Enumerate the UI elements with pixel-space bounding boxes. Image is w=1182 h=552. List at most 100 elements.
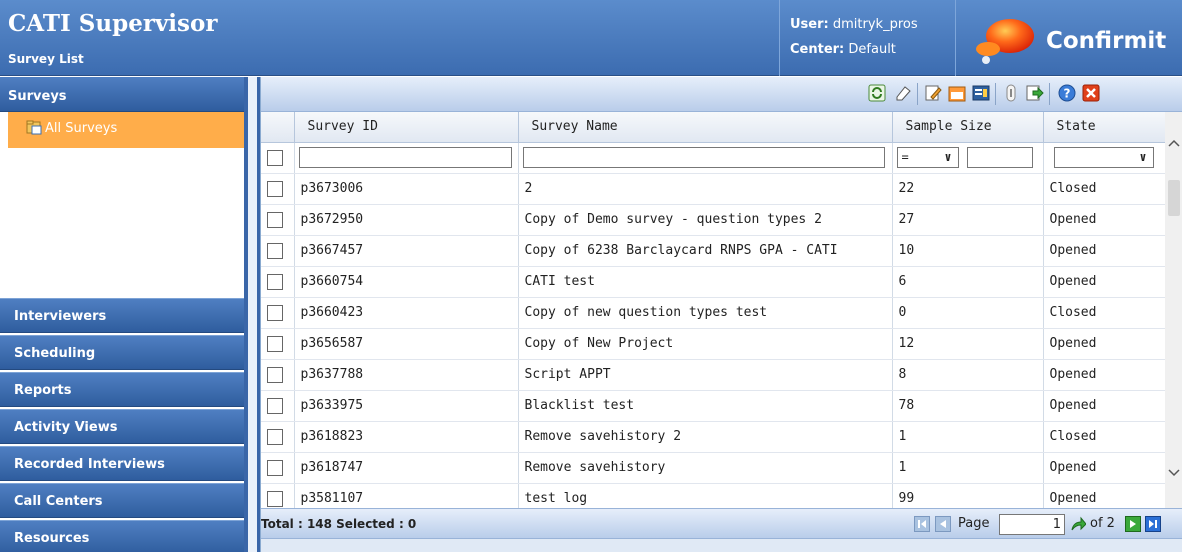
- table-row[interactable]: p3672950 Copy of Demo survey - question t…: [261, 204, 1166, 236]
- state-cell: Opened: [1043, 235, 1166, 267]
- user-label: User:: [790, 17, 829, 32]
- table-row[interactable]: p3633975 Blacklist test 78 Opened: [261, 390, 1166, 422]
- sample-size-operator-select[interactable]: = ∨: [896, 147, 959, 168]
- survey-name-filter-input[interactable]: [522, 147, 885, 168]
- sidebar: Surveys All Surveys Interviewers Schedul…: [0, 77, 244, 552]
- row-checkbox[interactable]: [267, 304, 283, 321]
- row-checkbox[interactable]: [267, 459, 283, 476]
- row-select-cell: [261, 297, 295, 329]
- select-all-checkbox[interactable]: [267, 149, 283, 166]
- table-row[interactable]: p3637788 Script APPT 8 Opened: [261, 359, 1166, 391]
- survey-id-cell: p3618823: [294, 421, 519, 453]
- column-header-state[interactable]: State: [1043, 112, 1166, 143]
- row-checkbox[interactable]: [267, 273, 283, 290]
- app-header: CATI Supervisor Survey List User: dmitry…: [0, 0, 1182, 76]
- user-line: User: dmitryk_pros: [790, 17, 918, 32]
- state-cell: Closed: [1043, 421, 1166, 453]
- close-icon[interactable]: [1081, 83, 1101, 103]
- sample-size-cell: 22: [892, 173, 1044, 205]
- scroll-up-icon[interactable]: [1168, 138, 1180, 148]
- table-row[interactable]: p3656587 Copy of New Project 12 Opened: [261, 328, 1166, 360]
- user-name: dmitryk_pros: [832, 17, 918, 32]
- survey-id-filter-input[interactable]: [298, 147, 512, 168]
- user-info: User: dmitryk_pros Center: Default: [779, 0, 956, 76]
- eraser-icon[interactable]: [893, 83, 913, 103]
- help-icon[interactable]: ?: [1057, 83, 1077, 103]
- sample-size-filter-input[interactable]: [967, 147, 1034, 168]
- sample-size-cell: 8: [892, 359, 1044, 391]
- row-checkbox[interactable]: [267, 366, 283, 383]
- state-cell: Opened: [1043, 266, 1166, 298]
- table-row[interactable]: p3667457 Copy of 6238 Barclaycard RNPS GP…: [261, 235, 1166, 267]
- scroll-thumb[interactable]: [1168, 180, 1180, 216]
- go-to-page-icon[interactable]: [1070, 516, 1086, 532]
- survey-id-cell: p3672950: [294, 204, 519, 236]
- properties-icon[interactable]: [971, 83, 991, 103]
- first-page-icon[interactable]: [914, 516, 930, 532]
- survey-name-cell: Copy of Demo survey - question types 2: [518, 204, 893, 236]
- export-icon[interactable]: [1025, 83, 1045, 103]
- sidebar-item-scheduling[interactable]: Scheduling: [0, 335, 244, 370]
- row-checkbox[interactable]: [267, 211, 283, 228]
- scroll-down-icon[interactable]: [1168, 468, 1180, 478]
- table-row[interactable]: p3673006 2 22 Closed: [261, 173, 1166, 205]
- row-select-cell: [261, 204, 295, 236]
- previous-page-icon[interactable]: [935, 516, 951, 532]
- vertical-scrollbar[interactable]: [1165, 112, 1182, 522]
- row-checkbox[interactable]: [267, 397, 283, 414]
- confirmit-logo-icon: [976, 19, 1034, 64]
- next-page-icon[interactable]: [1125, 516, 1141, 532]
- survey-id-cell: p3667457: [294, 235, 519, 267]
- calendar-icon[interactable]: [947, 83, 967, 103]
- state-filter-select[interactable]: ∨: [1053, 147, 1154, 168]
- table-row[interactable]: p3660423 Copy of new question types test 0…: [261, 297, 1166, 329]
- operator-value: =: [901, 150, 909, 164]
- sample-size-cell: 78: [892, 390, 1044, 422]
- table-row[interactable]: p3660754 CATI test 6 Opened: [261, 266, 1166, 298]
- row-select-cell: [261, 173, 295, 205]
- row-checkbox[interactable]: [267, 180, 283, 197]
- state-cell: Closed: [1043, 297, 1166, 329]
- filter-cell: [294, 142, 519, 174]
- sidebar-item-reports[interactable]: Reports: [0, 372, 244, 407]
- sidebar-item-activity-views[interactable]: Activity Views: [0, 409, 244, 444]
- sidebar-item-resources[interactable]: Resources: [0, 520, 244, 552]
- row-checkbox[interactable]: [267, 335, 283, 352]
- page-number-input[interactable]: 1: [999, 514, 1065, 535]
- survey-name-cell: 2: [518, 173, 893, 205]
- table-header-row: Survey ID Survey Name Sample Size State: [261, 112, 1166, 143]
- sidebar-item-interviewers[interactable]: Interviewers: [0, 298, 244, 333]
- select-column-header: [261, 112, 295, 143]
- refresh-icon[interactable]: [867, 83, 887, 103]
- splitter-handle[interactable]: [244, 77, 260, 552]
- sidebar-item-all-surveys[interactable]: All Surveys: [8, 112, 244, 148]
- state-cell: Opened: [1043, 359, 1166, 391]
- state-cell: Opened: [1043, 328, 1166, 360]
- column-header-survey-name[interactable]: Survey Name: [518, 112, 893, 143]
- sidebar-item-recorded-interviews[interactable]: Recorded Interviews: [0, 446, 244, 481]
- table-row[interactable]: p3618823 Remove savehistory 2 1 Closed: [261, 421, 1166, 453]
- edit-icon[interactable]: [923, 83, 943, 103]
- column-header-survey-id[interactable]: Survey ID: [294, 112, 519, 143]
- table-row[interactable]: p3618747 Remove savehistory 1 Opened: [261, 452, 1166, 484]
- column-header-sample-size[interactable]: Sample Size: [892, 112, 1044, 143]
- row-checkbox[interactable]: [267, 490, 283, 507]
- toolbar-separator: [1049, 83, 1050, 105]
- filter-select-cell: [261, 142, 295, 174]
- filter-cell: ∨: [1043, 142, 1166, 174]
- sidebar-section-surveys[interactable]: Surveys: [0, 77, 244, 112]
- center-label: Center:: [790, 42, 845, 57]
- sample-size-cell: 1: [892, 421, 1044, 453]
- info-icon[interactable]: [1001, 83, 1021, 103]
- row-checkbox[interactable]: [267, 428, 283, 445]
- survey-name-cell: Blacklist test: [518, 390, 893, 422]
- row-checkbox[interactable]: [267, 242, 283, 259]
- sidebar-item-call-centers[interactable]: Call Centers: [0, 483, 244, 518]
- survey-name-cell: Script APPT: [518, 359, 893, 391]
- sample-size-cell: 0: [892, 297, 1044, 329]
- page-count: of 2: [1090, 516, 1115, 531]
- last-page-icon[interactable]: [1145, 516, 1161, 532]
- page-subtitle: Survey List: [8, 52, 84, 66]
- center-name: Default: [848, 42, 896, 57]
- survey-id-cell: p3637788: [294, 359, 519, 391]
